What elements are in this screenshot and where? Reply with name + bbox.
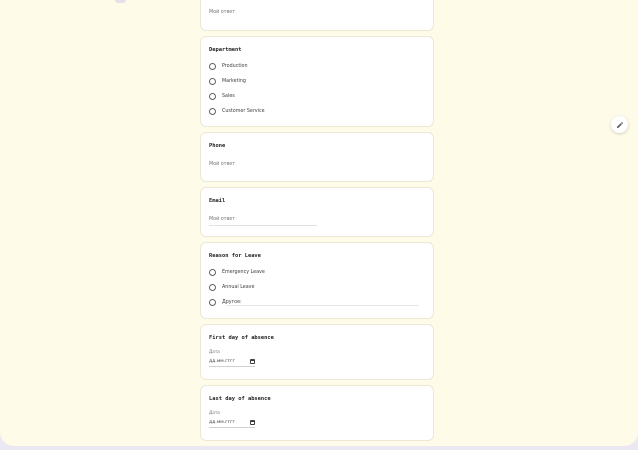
scroll-indicator xyxy=(115,0,126,3)
question-title-department: Department xyxy=(209,47,242,53)
previous-answer-field[interactable]: Мой ответ xyxy=(209,10,317,18)
radio-icon[interactable] xyxy=(209,108,216,115)
other-text-input[interactable] xyxy=(226,305,419,306)
option-sales[interactable]: Sales xyxy=(209,93,235,100)
date-label: Дата xyxy=(209,410,220,415)
option-label: Sales xyxy=(222,94,235,99)
option-label: Production xyxy=(222,64,248,69)
question-card-last-day: Last day of absence Дата дд.мм.гггг xyxy=(200,385,434,441)
first-day-date-input[interactable]: дд.мм.гггг xyxy=(209,359,255,367)
option-label: Marketing xyxy=(222,79,246,84)
option-emergency-leave[interactable]: Emergency Leave xyxy=(209,269,265,276)
option-label: Annual Leave xyxy=(222,285,255,290)
question-card-email: Email Мой ответ xyxy=(200,187,434,237)
question-title-first-day: First day of absence xyxy=(209,335,274,341)
radio-icon[interactable] xyxy=(209,93,216,100)
option-production[interactable]: Production xyxy=(209,63,248,70)
question-card-phone: Phone Мой ответ xyxy=(200,132,434,182)
question-card-first-day: First day of absence Дата дд.мм.гггг xyxy=(200,324,434,380)
option-customer-service[interactable]: Customer Service xyxy=(209,108,265,115)
radio-icon[interactable] xyxy=(209,78,216,85)
option-marketing[interactable]: Marketing xyxy=(209,78,246,85)
option-annual-leave[interactable]: Annual Leave xyxy=(209,284,254,291)
edit-button[interactable] xyxy=(611,116,628,133)
phone-input[interactable]: Мой ответ xyxy=(209,162,317,170)
calendar-icon[interactable] xyxy=(250,420,255,425)
question-title-phone: Phone xyxy=(209,143,226,149)
question-card-department: Department Production Marketing Sales Cu… xyxy=(200,36,434,127)
question-title-reason: Reason for Leave xyxy=(209,253,261,259)
question-card-reason: Reason for Leave Emergency Leave Annual … xyxy=(200,242,434,319)
calendar-icon[interactable] xyxy=(250,359,255,364)
last-day-date-input[interactable]: дд.мм.гггг xyxy=(209,420,255,428)
date-placeholder: дд.мм.гггг xyxy=(209,420,235,425)
radio-icon[interactable] xyxy=(209,299,216,306)
radio-icon[interactable] xyxy=(209,63,216,70)
form-page: Мой ответ Department Production Marketin… xyxy=(0,0,638,446)
pencil-icon xyxy=(616,121,623,128)
option-label: Emergency Leave xyxy=(222,270,265,275)
date-label: Дата xyxy=(209,349,220,354)
question-card-previous: Мой ответ xyxy=(200,0,434,31)
radio-icon[interactable] xyxy=(209,269,216,276)
question-title-email: Email xyxy=(209,198,226,204)
radio-icon[interactable] xyxy=(209,284,216,291)
question-title-last-day: Last day of absence xyxy=(209,396,271,402)
option-label: Customer Service xyxy=(222,109,265,114)
email-input[interactable]: Мой ответ xyxy=(209,217,317,226)
date-placeholder: дд.мм.гггг xyxy=(209,359,235,364)
